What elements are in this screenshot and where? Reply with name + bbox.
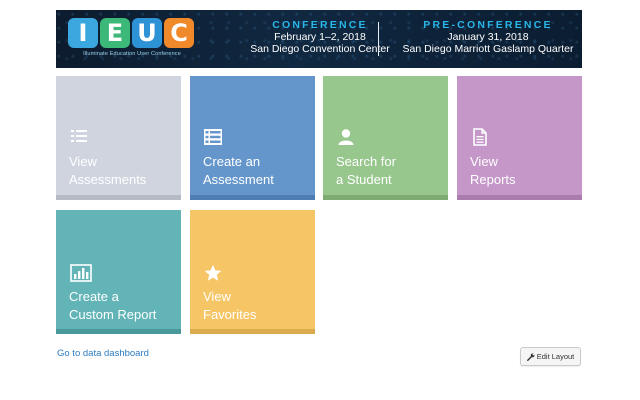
tile-create-assessment[interactable]: Create an Assessment	[190, 76, 315, 200]
tile-label: Create a Custom Report	[69, 289, 157, 322]
tile-bottom-bar	[457, 195, 582, 200]
tile-view-favorites[interactable]: View Favorites	[190, 210, 315, 334]
bar-chart-icon	[70, 264, 92, 282]
conference-title: CONFERENCE	[272, 19, 368, 31]
tile-bottom-bar	[56, 329, 181, 334]
conference-venue: San Diego Convention Center	[250, 43, 390, 55]
logo-letter-i: I	[68, 18, 98, 48]
tile-view-assessments[interactable]: View Assessments	[56, 76, 181, 200]
data-dashboard-link[interactable]: Go to data dashboard	[57, 348, 149, 359]
user-icon	[338, 129, 354, 145]
tile-bottom-bar	[56, 195, 181, 200]
logo-letter-u: U	[132, 18, 162, 48]
logo-letter-e: E	[100, 18, 130, 48]
list-create-icon	[204, 129, 222, 145]
edit-layout-label: Edit Layout	[536, 352, 575, 361]
tile-bottom-bar	[190, 329, 315, 334]
tile-bottom-bar	[190, 195, 315, 200]
tile-label: View Favorites	[203, 289, 257, 322]
logo-letter-c: C	[164, 18, 194, 48]
preconference-venue: San Diego Marriott Gaslamp Quarter	[402, 43, 574, 55]
preconference-date: January 31, 2018	[447, 31, 529, 43]
tile-label: Search for a Student	[336, 154, 396, 187]
tile-bottom-bar	[323, 195, 448, 200]
banner-divider	[378, 22, 379, 56]
preconference-info: PRE-CONFERENCE January 31, 2018 San Dieg…	[394, 19, 582, 55]
ieuc-logo: I E U C	[68, 18, 194, 48]
conference-info: CONFERENCE February 1–2, 2018 San Diego …	[216, 19, 424, 55]
tile-create-custom-report[interactable]: Create a Custom Report	[56, 210, 181, 334]
tile-label: View Reports	[470, 154, 516, 187]
wrench-icon	[526, 353, 535, 361]
tile-search-student[interactable]: Search for a Student	[323, 76, 448, 200]
preconference-title: PRE-CONFERENCE	[423, 19, 553, 31]
tile-label: Create an Assessment	[203, 154, 274, 187]
list-icon	[71, 130, 87, 142]
tile-label: View Assessments	[69, 154, 147, 187]
tile-view-reports[interactable]: View Reports	[457, 76, 582, 200]
edit-layout-button[interactable]: Edit Layout	[520, 347, 581, 366]
conference-banner: I E U C Illuminate Education User Confer…	[56, 10, 582, 68]
document-icon	[473, 128, 487, 146]
logo-subtitle: Illuminate Education User Conference	[83, 51, 181, 57]
star-icon	[204, 264, 222, 281]
conference-date: February 1–2, 2018	[274, 31, 366, 43]
